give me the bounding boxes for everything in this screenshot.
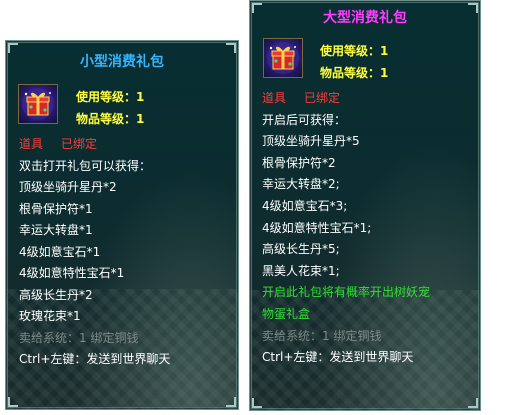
special-drop-line: 开启此礼包将有概率开出树妖宠: [262, 285, 431, 300]
tooltip-body: 道具 已绑定 双击打开礼包可以获得： 顶级坐骑升星丹*2 根骨保护符*1 幸运大转…: [19, 134, 170, 371]
small-gift-pack-tooltip: 小型消费礼包 使用等级：1 物品等级：1 道具 已绑定 双击打开礼包可以获得： 顶…: [5, 40, 239, 410]
item-level: 物品等级：1: [76, 112, 145, 126]
frame-corner: [468, 398, 478, 408]
reward-line: 玫瑰花束*1: [19, 309, 81, 323]
item-type: 道具: [19, 137, 44, 151]
reward-line: 高级长生丹*5;: [262, 242, 340, 257]
reward-line: 幸运大转盘*2;: [262, 177, 340, 192]
chat-share-hint: Ctrl+左键：发送到世界聊天: [262, 350, 414, 365]
item-type-row: 道具 已绑定: [262, 88, 430, 110]
special-drop-line: 物蛋礼盒: [262, 306, 311, 321]
reward-line: 双击打开礼包可以获得：: [19, 158, 152, 173]
item-level: 物品等级：1: [320, 66, 389, 80]
reward-line: 4级如意特性宝石*1: [19, 266, 125, 280]
reward-line: 根骨保护符*1: [19, 201, 93, 216]
reward-line: 4级如意宝石*3;: [262, 198, 348, 213]
sell-price: 卖给系统：1 绑定铜钱: [19, 330, 139, 345]
frame-corner: [8, 397, 18, 407]
frame-corner: [252, 3, 262, 13]
chat-share-hint: Ctrl+左键：发送到世界聊天: [19, 352, 171, 366]
tooltip-title: 小型消费礼包: [80, 54, 164, 70]
bind-status: 已绑定: [304, 91, 341, 105]
reward-line: 顶级坐骑升星丹*2: [19, 180, 117, 194]
use-level: 使用等级：1: [76, 90, 145, 104]
frame-corner: [8, 43, 18, 53]
bind-status: 已绑定: [61, 137, 98, 151]
reward-line: 顶级坐骑升星丹*5: [262, 134, 360, 149]
reward-line: 4级如意特性宝石*1;: [262, 220, 372, 235]
tooltip-title: 大型消费礼包: [323, 10, 407, 26]
reward-line: 黑美人花束*1;: [262, 263, 340, 278]
gift-box-icon: [263, 38, 303, 78]
frame-corner: [226, 43, 236, 53]
frame-corner: [468, 3, 478, 13]
item-type-row: 道具 已绑定: [19, 134, 170, 156]
reward-line: 开启后可获得：: [262, 112, 347, 127]
sell-price: 卖给系统：1 绑定铜钱: [262, 328, 382, 343]
screenshot-stage: 小型消费礼包 使用等级：1 物品等级：1 道具 已绑定 双击打开礼包可以获得： 顶…: [0, 0, 506, 415]
item-type: 道具: [262, 91, 287, 105]
frame-corner: [252, 398, 262, 408]
reward-line: 幸运大转盘*1: [19, 223, 93, 237]
large-gift-pack-tooltip: 大型消费礼包 使用等级：1 物品等级：1 道具 已绑定 开启后可获得： 顶级坐骑升…: [249, 0, 481, 411]
reward-line: 根骨保护符*2: [262, 155, 336, 170]
reward-line: 4级如意宝石*1: [19, 244, 101, 259]
tooltip-body: 道具 已绑定 开启后可获得： 顶级坐骑升星丹*5 根骨保护符*2 幸运大转盘*2;…: [262, 88, 430, 369]
use-level: 使用等级：1: [320, 44, 389, 58]
gift-box-icon: [18, 84, 58, 124]
frame-corner: [226, 397, 236, 407]
reward-line: 高级长生丹*2: [19, 287, 93, 302]
